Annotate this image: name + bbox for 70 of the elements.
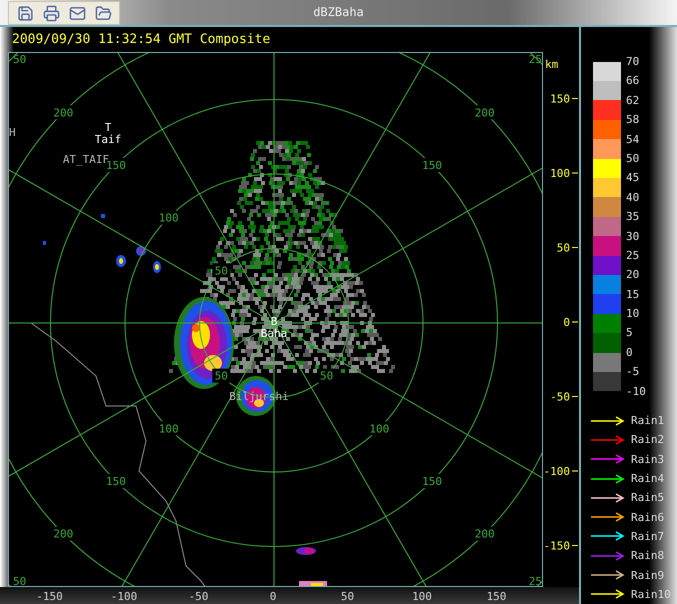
range-label: 50 xyxy=(320,369,334,382)
scale-label: 70 xyxy=(626,54,640,70)
scale-label: 20 xyxy=(626,267,640,284)
axis-tick-label: 50 xyxy=(340,590,354,603)
axis-tick-label: -50 xyxy=(188,590,208,603)
track-label: Rain2 xyxy=(631,433,664,446)
range-label: 200 xyxy=(474,527,495,540)
place-name: H xyxy=(9,126,16,139)
scale-label: 10 xyxy=(626,306,640,322)
timestamp: 2009/09/30 11:32:54 GMT Composite xyxy=(11,30,272,49)
axis-tick-label: -150 xyxy=(36,590,63,603)
scale-label: 45 xyxy=(626,170,640,186)
scale-label: 58 xyxy=(626,112,640,128)
track-label: Rain3 xyxy=(631,452,664,466)
range-label: 200 xyxy=(53,527,74,540)
envelope-icon xyxy=(68,4,86,22)
track-label: Rain8 xyxy=(631,549,664,562)
scale-label: 15 xyxy=(626,286,640,303)
scale-label: 62 xyxy=(626,92,640,109)
scale-label: -5 xyxy=(626,364,640,380)
range-label: 100 xyxy=(369,422,390,436)
scale-label: 30 xyxy=(626,228,640,245)
track-label: Rain6 xyxy=(631,510,664,524)
scale-label: 5 xyxy=(626,325,634,342)
range-label: 100 xyxy=(158,211,179,224)
range-label: 150 xyxy=(422,474,442,488)
range-label: 200 xyxy=(53,106,74,119)
axis-tick-label: -150 xyxy=(544,539,570,552)
track-label: Rain4 xyxy=(631,472,664,486)
range-label: 100 xyxy=(158,422,179,436)
track-label: Rain1 xyxy=(631,414,664,428)
range-label: 200 xyxy=(474,106,495,119)
printer-icon xyxy=(42,4,60,22)
station-marker: T xyxy=(104,120,112,134)
range-label: 50 xyxy=(13,574,26,587)
axis-tick-label: 0 xyxy=(563,316,570,329)
station-name: Baha xyxy=(260,326,288,340)
folder-icon xyxy=(94,4,112,22)
range-label: 150 xyxy=(106,158,126,172)
track-label: Rain9 xyxy=(631,568,664,582)
axis-tick-label: 0 xyxy=(270,590,276,603)
scale-label: 66 xyxy=(626,73,640,90)
save-icon xyxy=(16,4,34,22)
axis-unit: km xyxy=(545,58,558,71)
place-name: Biljurshi xyxy=(229,390,289,403)
axis-tick-label: 100 xyxy=(412,590,432,603)
axis-tick-label: 150 xyxy=(550,92,570,106)
scale-label: 50 xyxy=(626,150,640,167)
track-label: Rain5 xyxy=(631,491,664,504)
station-name: Taif xyxy=(94,132,122,146)
window-title: dBZBaha xyxy=(313,5,364,20)
range-label: 50 xyxy=(13,52,26,66)
scale-label: 40 xyxy=(626,190,640,206)
range-label: 50 xyxy=(214,264,228,277)
track-label: Rain7 xyxy=(631,530,664,543)
scale-label: 0 xyxy=(626,344,634,361)
axis-tick-label: 50 xyxy=(556,241,570,254)
scale-label: -10 xyxy=(626,384,646,400)
axis-tick-label: -100 xyxy=(110,590,138,603)
range-label: 150 xyxy=(106,474,126,488)
axis-tick-label: -100 xyxy=(544,464,570,478)
axis-tick-label: -50 xyxy=(550,390,570,404)
station-marker: B xyxy=(270,314,278,328)
range-label: 50 xyxy=(214,369,228,382)
scale-label: 35 xyxy=(626,209,640,226)
scale-label: 54 xyxy=(626,132,640,148)
range-label: 150 xyxy=(422,158,442,172)
axis-tick-label: 150 xyxy=(486,590,506,603)
axis-tick-label: 100 xyxy=(550,166,570,180)
scale-label: 25 xyxy=(626,248,640,264)
